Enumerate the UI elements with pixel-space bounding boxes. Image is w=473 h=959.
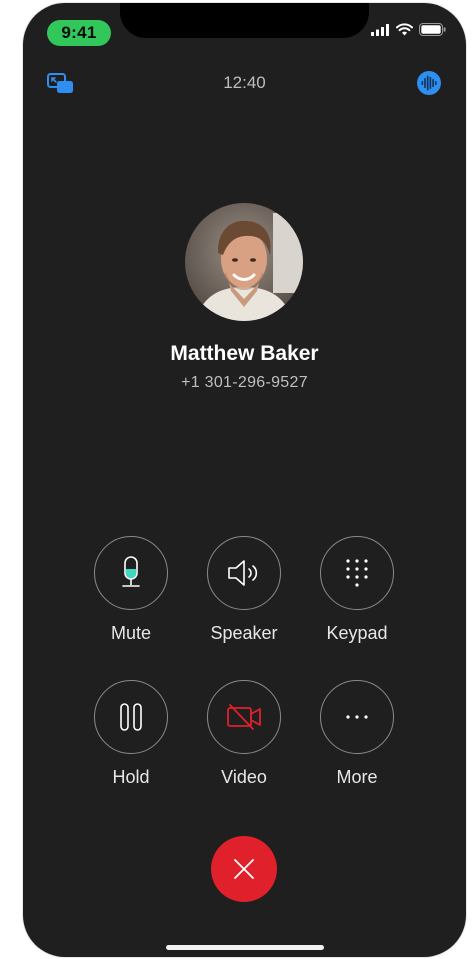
audio-visualizer-button[interactable] <box>416 70 442 96</box>
caller-name: Matthew Baker <box>170 342 319 365</box>
hold-label: Hold <box>112 767 150 787</box>
mute-label: Mute <box>110 623 152 643</box>
microphone-icon <box>122 556 140 587</box>
audio-waveform-icon <box>417 71 441 95</box>
call-duration: 12:40 <box>223 73 266 92</box>
more-button-circle[interactable] <box>320 680 394 754</box>
mute-button[interactable]: Mute <box>76 536 186 644</box>
status-indicators <box>371 23 446 41</box>
speaker-icon <box>228 560 258 586</box>
hold-button-circle[interactable] <box>94 680 168 754</box>
call-screen: 9:41 12:40 Matthew Baker +1 301-296-9527… <box>23 3 466 957</box>
keypad-button[interactable]: Keypad <box>302 536 412 644</box>
wifi-icon <box>396 23 413 41</box>
keypad-label: Keypad <box>326 623 388 643</box>
cellular-signal-icon <box>371 23 390 41</box>
video-button-circle[interactable] <box>207 680 281 754</box>
call-header: 12:40 <box>23 69 466 99</box>
more-label: More <box>336 767 378 787</box>
caller-phone-number: +1 301-296-9527 <box>181 374 308 391</box>
speaker-label: Speaker <box>210 623 278 643</box>
home-indicator[interactable] <box>166 945 324 950</box>
speaker-button-circle[interactable] <box>207 536 281 610</box>
status-time: 9:41 <box>47 20 111 46</box>
hold-button[interactable]: Hold <box>76 680 186 788</box>
video-label: Video <box>221 767 267 787</box>
more-icon <box>346 715 368 719</box>
pause-icon <box>120 703 142 731</box>
battery-icon <box>419 23 446 41</box>
end-call-button[interactable] <box>211 836 277 902</box>
video-off-icon <box>227 704 261 730</box>
device-notch <box>120 3 369 38</box>
keypad-icon <box>346 559 368 587</box>
keypad-button-circle[interactable] <box>320 536 394 610</box>
close-icon <box>234 859 254 879</box>
video-button[interactable]: Video <box>189 680 299 788</box>
caller-avatar <box>185 203 303 321</box>
speaker-button[interactable]: Speaker <box>189 536 299 644</box>
more-button[interactable]: More <box>302 680 412 788</box>
mute-button-circle[interactable] <box>94 536 168 610</box>
